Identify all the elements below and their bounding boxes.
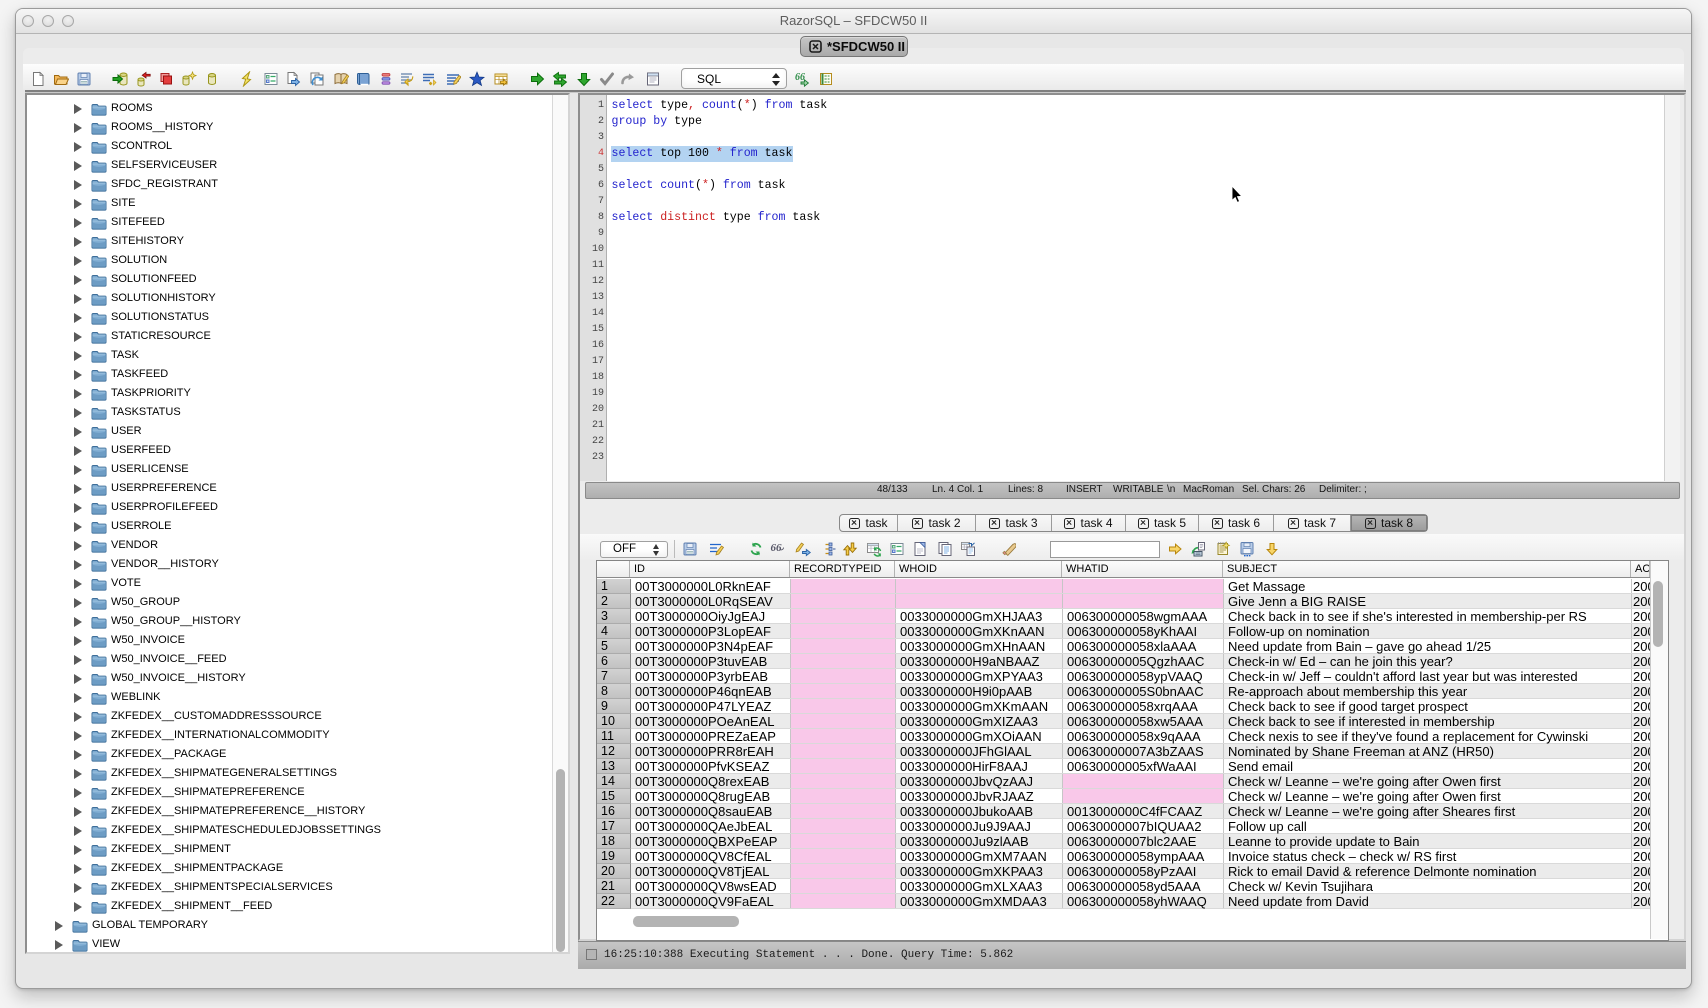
svg-text:66: 66	[771, 542, 783, 554]
svg-text:66: 66	[795, 72, 805, 83]
